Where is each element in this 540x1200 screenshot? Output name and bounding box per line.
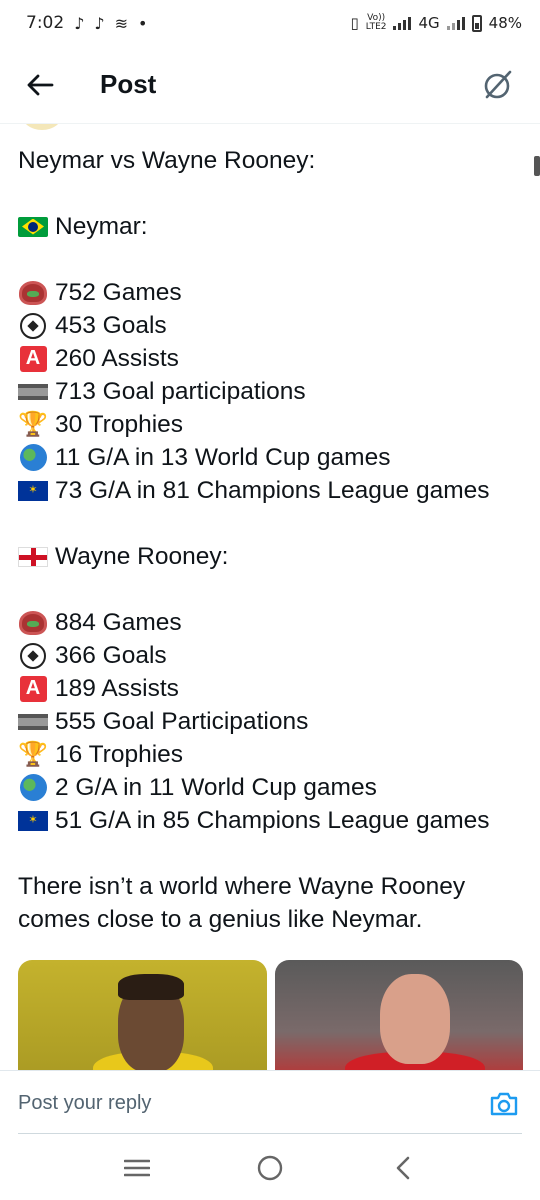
closing-line: There isn’t a world where Wayne Rooney: [18, 873, 466, 900]
tiktok-icon: ♪: [94, 13, 105, 33]
eu-flag-icon: ✶: [18, 480, 48, 501]
back-button[interactable]: [14, 59, 66, 111]
stat-line: 🏆 30 Trophies: [18, 411, 184, 438]
rooney-photo[interactable]: [274, 960, 523, 1070]
stat-line: 713 Goal participations: [18, 375, 523, 408]
status-bar: 7:02 ♪ ♪ ≋ • ▯ Vo)) LTE2 4G 48%: [0, 0, 540, 46]
page-title: Post: [100, 69, 157, 99]
bars-icon: [18, 383, 48, 400]
status-time: 7:02: [26, 13, 65, 33]
nav-back-icon: [397, 1156, 410, 1180]
media-icon: ≋: [114, 13, 129, 33]
recents-icon: [123, 1159, 150, 1177]
stat-line: 555 Goal Participations: [18, 705, 523, 738]
home-circle-icon: [257, 1155, 283, 1181]
player2-name-line: Wayne Rooney:: [18, 540, 523, 573]
globe-icon: [19, 774, 47, 801]
stadium-icon: [19, 280, 47, 305]
stat-line: 2 G/A in 11 World Cup games: [18, 771, 523, 804]
grok-button[interactable]: [472, 59, 524, 111]
battery-icon: [471, 14, 482, 32]
battery-percent: 48%: [488, 14, 522, 32]
player1-name: Neymar:: [55, 213, 148, 240]
stat-line: 884 Games: [18, 606, 523, 639]
stat-line: 🏆 16 Trophies: [18, 741, 184, 768]
signal-icon-2: [446, 16, 465, 30]
a-button-icon: A: [19, 675, 47, 702]
stat-line: A 260 Assists: [18, 342, 523, 375]
player1-name-line: Neymar:: [18, 210, 523, 243]
trophy-icon: 🏆: [18, 411, 48, 438]
england-flag-icon: [18, 546, 48, 567]
stat-line: A 189 Assists: [18, 672, 523, 705]
grok-icon: [484, 70, 512, 99]
brazil-flag-icon: [18, 216, 48, 237]
stat-line: ✶ 51 G/A in 85 Champions League games: [18, 804, 523, 837]
stat-line: 11 G/A in 13 World Cup games: [18, 441, 523, 474]
nav-bar: [0, 1136, 540, 1200]
a-button-icon: A: [19, 345, 47, 372]
stat-line: 366 Goals: [18, 639, 523, 672]
eu-flag-icon: ✶: [18, 810, 48, 831]
network-type: 4G: [418, 14, 440, 32]
status-right: ▯ Vo)) LTE2 4G 48%: [350, 13, 522, 33]
reply-input[interactable]: Post your reply: [18, 1092, 482, 1115]
arrow-left-icon: [27, 74, 54, 95]
tiktok-icon: ♪: [74, 13, 85, 33]
volte-indicator: Vo)) LTE2: [365, 13, 387, 32]
camera-button[interactable]: [482, 1082, 526, 1126]
header: Post: [0, 46, 540, 124]
home-button[interactable]: [240, 1143, 300, 1193]
stat-line: 453 Goals: [18, 309, 523, 342]
bars-icon: [18, 713, 48, 730]
scrollbar[interactable]: [534, 156, 540, 176]
nav-back-button[interactable]: [373, 1143, 433, 1193]
status-left: 7:02 ♪ ♪ ≋ •: [26, 13, 147, 33]
neymar-photo[interactable]: [18, 960, 267, 1070]
post-text: Neymar vs Wayne Rooney: Neymar: 752 Game…: [18, 144, 523, 936]
soccer-ball-icon: [20, 312, 46, 339]
signal-icon: [393, 16, 412, 30]
stat-line: ✶ 73 G/A in 81 Champions League games: [18, 474, 523, 507]
stadium-icon: [19, 610, 47, 635]
avatar[interactable]: [22, 124, 62, 130]
stat-line: 752 Games: [18, 276, 523, 309]
globe-icon: [19, 444, 47, 471]
camera-icon: [490, 1092, 518, 1115]
closing-line: comes close to a genius like Neymar.: [18, 906, 423, 933]
player2-name: Wayne Rooney:: [55, 543, 229, 570]
trophy-icon: 🏆: [18, 741, 48, 768]
reply-bar: Post your reply: [0, 1070, 540, 1136]
media-grid: [18, 960, 523, 1070]
post-content: Neymar vs Wayne Rooney: Neymar: 752 Game…: [0, 124, 540, 1070]
soccer-ball-icon: [20, 642, 46, 669]
post-heading: Neymar vs Wayne Rooney:: [18, 147, 316, 174]
recents-button[interactable]: [107, 1143, 167, 1193]
status-dot: •: [138, 13, 148, 33]
vibrate-icon: ▯: [350, 14, 359, 32]
